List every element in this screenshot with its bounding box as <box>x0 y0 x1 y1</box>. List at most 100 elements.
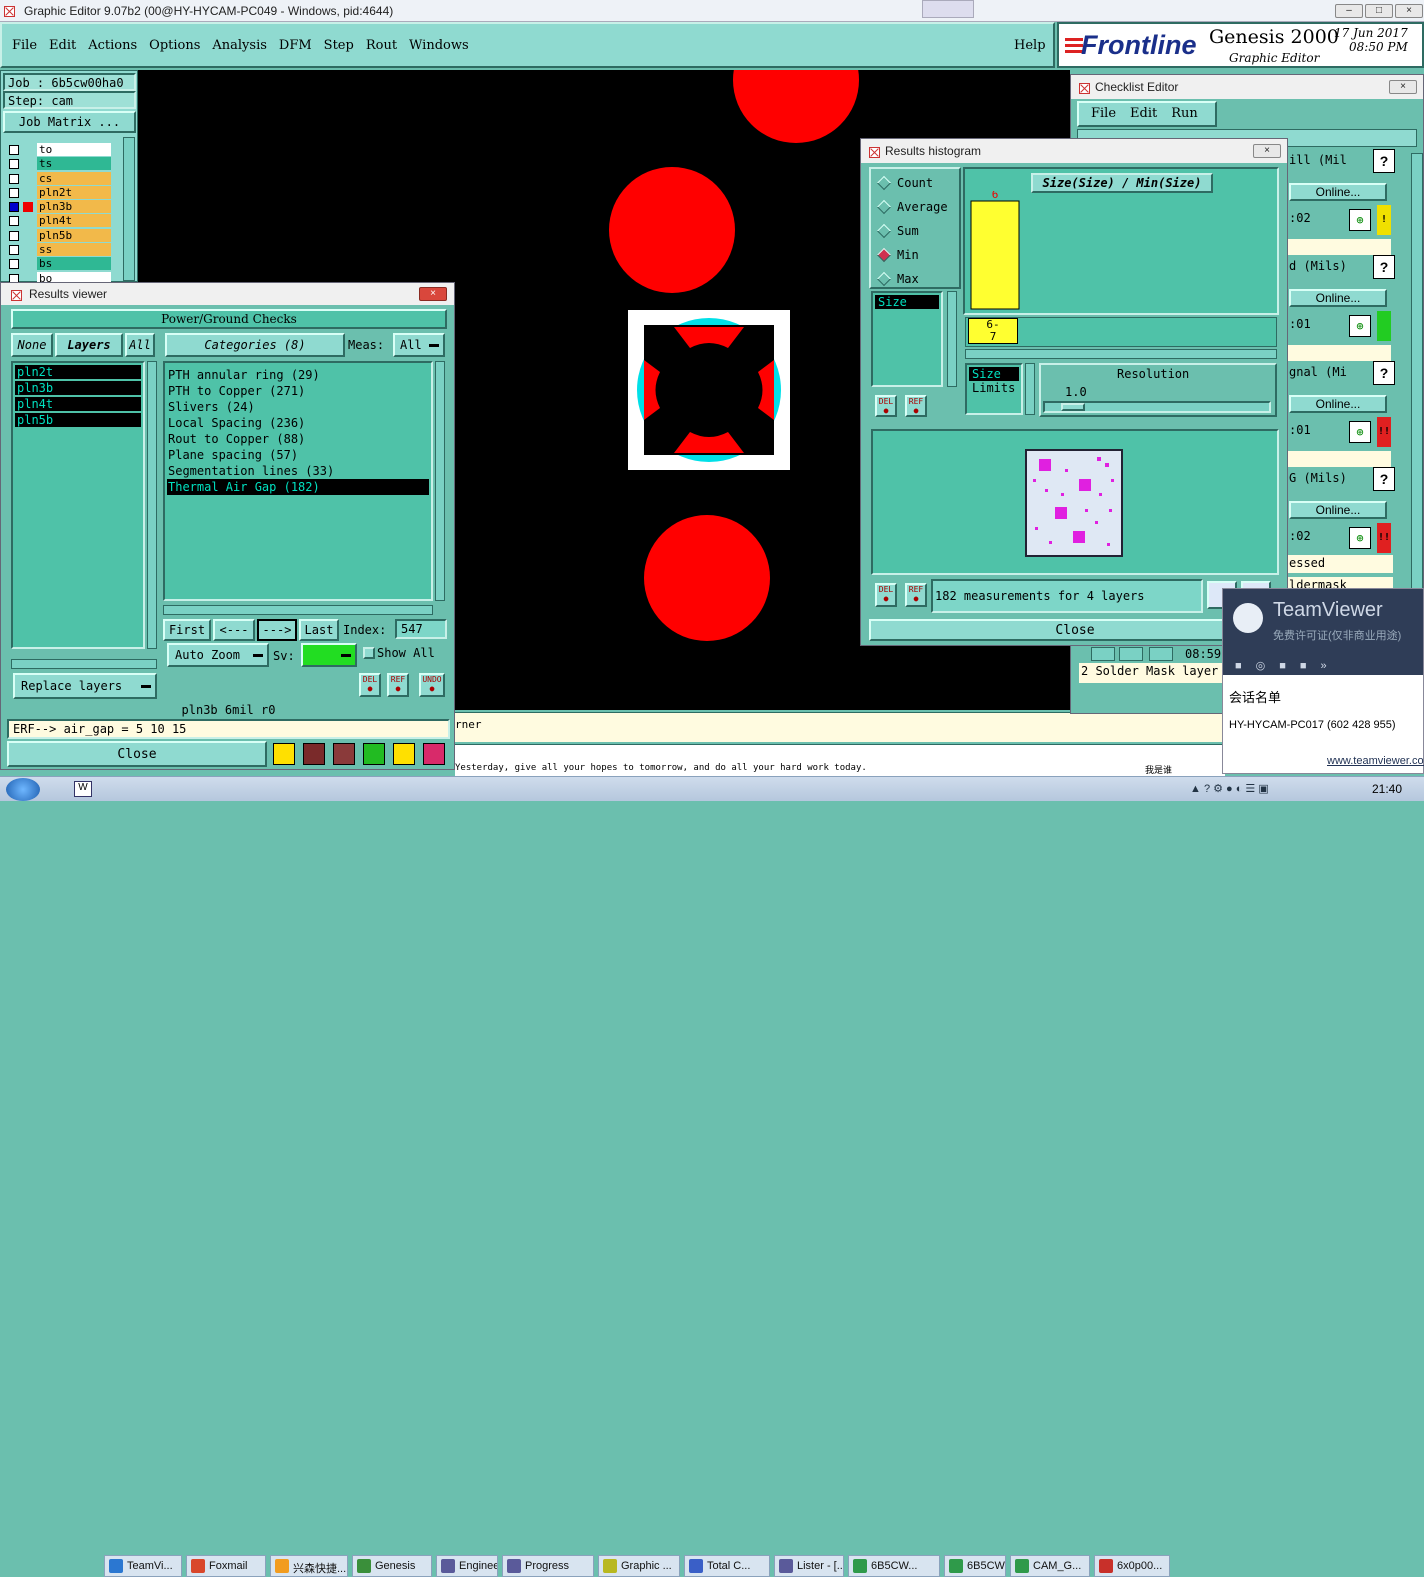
zoom-icon[interactable]: ⊕ <box>1349 315 1371 337</box>
layer-row[interactable]: pln4t <box>5 214 121 228</box>
next-button[interactable]: ---> <box>257 619 297 641</box>
sv-color-dropdown[interactable] <box>301 643 357 667</box>
histogram-close-icon[interactable]: × <box>1253 144 1281 158</box>
toolbar-icon-1[interactable] <box>273 743 295 765</box>
layer-result-item[interactable]: pln5b <box>15 413 141 427</box>
taskbar-item[interactable]: Enginee... <box>436 1555 498 1577</box>
first-button[interactable]: First <box>163 619 211 641</box>
layer-row[interactable]: ss <box>5 243 121 257</box>
checklist-close-icon[interactable]: × <box>1389 80 1417 94</box>
layer-results-hscrollbar[interactable] <box>11 659 157 669</box>
zoom-icon[interactable]: ⊕ <box>1349 209 1371 231</box>
resolution-slider[interactable] <box>1043 401 1271 413</box>
layer-affected-marker[interactable] <box>23 202 33 213</box>
layer-row[interactable]: to <box>5 143 121 157</box>
last-button[interactable]: Last <box>299 619 339 641</box>
category-hscrollbar[interactable] <box>163 605 433 615</box>
prev-button[interactable]: <--- <box>213 619 255 641</box>
online-button[interactable]: Online... <box>1289 289 1387 307</box>
online-button[interactable]: Online... <box>1289 183 1387 201</box>
category-scrollbar[interactable] <box>435 361 445 601</box>
layer-results-list[interactable]: pln2t pln3b pln4t pln5b <box>11 361 145 649</box>
histogram-bar[interactable] <box>970 200 1020 310</box>
hist-ref-icon[interactable]: REF ● <box>905 395 927 417</box>
index-field[interactable]: 547 <box>395 619 447 639</box>
menu-rout[interactable]: Rout <box>366 38 397 53</box>
layer-row[interactable]: pln2t <box>5 185 121 200</box>
taskbar-item[interactable]: Genesis <box>352 1555 432 1577</box>
results-close-button[interactable]: Close <box>7 741 267 767</box>
hist-del-icon[interactable]: DEL ● <box>875 395 897 417</box>
layer-results-scrollbar[interactable] <box>147 361 157 649</box>
layer-row[interactable]: pln5b <box>5 228 121 243</box>
layer-checkbox[interactable] <box>9 202 19 213</box>
replace-layers-dropdown[interactable]: Replace layers <box>13 673 157 699</box>
layer-row[interactable]: ts <box>5 157 121 171</box>
partner-entry[interactable]: HY-HYCAM-PC017 (602 428 955) <box>1229 719 1396 731</box>
menu-file[interactable]: File <box>12 38 37 53</box>
undo-icon[interactable]: UNDO ● <box>419 673 445 697</box>
taskbar-item[interactable]: Progress <box>502 1555 594 1577</box>
toolbar-icon-2[interactable] <box>303 743 325 765</box>
zoom-icon[interactable]: ⊕ <box>1349 421 1371 443</box>
toolbar-icon-3[interactable] <box>333 743 355 765</box>
checklist-menu-file[interactable]: File <box>1091 106 1116 122</box>
ref-icon[interactable]: REF ● <box>387 673 409 697</box>
zoom-dropdown[interactable]: Auto Zoom <box>167 643 269 667</box>
taskbar-item[interactable]: 6x0p00... <box>1094 1555 1170 1577</box>
taskbar-item[interactable]: 6B5CW... <box>944 1555 1006 1577</box>
layer-affected-marker[interactable] <box>23 245 33 255</box>
online-button[interactable]: Online... <box>1289 395 1387 413</box>
toolbar-icon-6[interactable] <box>423 743 445 765</box>
layer-result-item[interactable]: pln2t <box>15 365 141 379</box>
category-item[interactable]: Slivers (24) <box>167 399 429 415</box>
taskbar-item[interactable]: 6B5CW... <box>848 1555 940 1577</box>
none-button[interactable]: None <box>11 333 53 357</box>
meas-dropdown[interactable]: All <box>393 333 445 357</box>
layer-checkbox[interactable] <box>9 145 19 155</box>
help-menu[interactable]: Help <box>1014 38 1046 53</box>
radio-icon[interactable] <box>876 247 892 263</box>
job-matrix-button[interactable]: Job Matrix ... <box>3 111 136 133</box>
bins-hscrollbar[interactable] <box>965 349 1277 359</box>
menu-analysis[interactable]: Analysis <box>212 38 267 53</box>
histogram-field-list[interactable]: Size <box>871 291 943 387</box>
layer-row[interactable]: pln3b <box>5 200 121 214</box>
preview-ref-icon[interactable]: REF ● <box>905 583 927 607</box>
teamviewer-url[interactable]: www.teamviewer.com <box>1327 755 1424 767</box>
radio-icon[interactable] <box>876 199 892 215</box>
checklist-menu-edit[interactable]: Edit <box>1130 106 1157 122</box>
limits-item-limits[interactable]: Limits <box>969 381 1019 395</box>
taskbar-item[interactable]: TeamVi... <box>104 1555 182 1577</box>
layer-affected-marker[interactable] <box>23 231 33 241</box>
layer-checkbox[interactable] <box>9 230 19 241</box>
board-preview[interactable] <box>871 429 1279 575</box>
start-button[interactable] <box>6 778 40 801</box>
info-icon[interactable]: ? <box>1373 149 1395 173</box>
radio-icon[interactable] <box>876 223 892 239</box>
taskbar-item[interactable]: Lister - [... <box>774 1555 844 1577</box>
preview-del-icon[interactable]: DEL ● <box>875 583 897 607</box>
layer-checkbox[interactable] <box>9 259 19 270</box>
limits-item-size[interactable]: Size <box>969 367 1019 381</box>
maximize-button[interactable]: □ <box>1365 4 1393 18</box>
info-icon[interactable]: ? <box>1373 361 1395 385</box>
taskbar-item[interactable]: 兴森快捷... <box>270 1555 348 1577</box>
layer-affected-marker[interactable] <box>23 174 33 184</box>
layer-checkbox[interactable] <box>9 159 19 170</box>
option-average[interactable]: Average <box>875 197 955 221</box>
online-button[interactable]: Online... <box>1289 501 1387 519</box>
menu-edit[interactable]: Edit <box>49 38 76 53</box>
menu-actions[interactable]: Actions <box>88 38 137 53</box>
checklist-menu-run[interactable]: Run <box>1171 106 1198 122</box>
toolbar-icon-5[interactable] <box>393 743 415 765</box>
layer-affected-marker[interactable] <box>23 145 33 155</box>
option-max[interactable]: Max <box>875 269 955 293</box>
layer-checkbox[interactable] <box>9 245 19 256</box>
word-quicklaunch-icon[interactable]: W <box>74 781 92 797</box>
layer-row[interactable]: bs <box>5 257 121 271</box>
radio-icon[interactable] <box>876 271 892 287</box>
categories-button[interactable]: Categories (8) <box>165 333 345 357</box>
category-item[interactable]: PTH annular ring (29) <box>167 367 429 383</box>
option-min[interactable]: Min <box>875 245 955 269</box>
